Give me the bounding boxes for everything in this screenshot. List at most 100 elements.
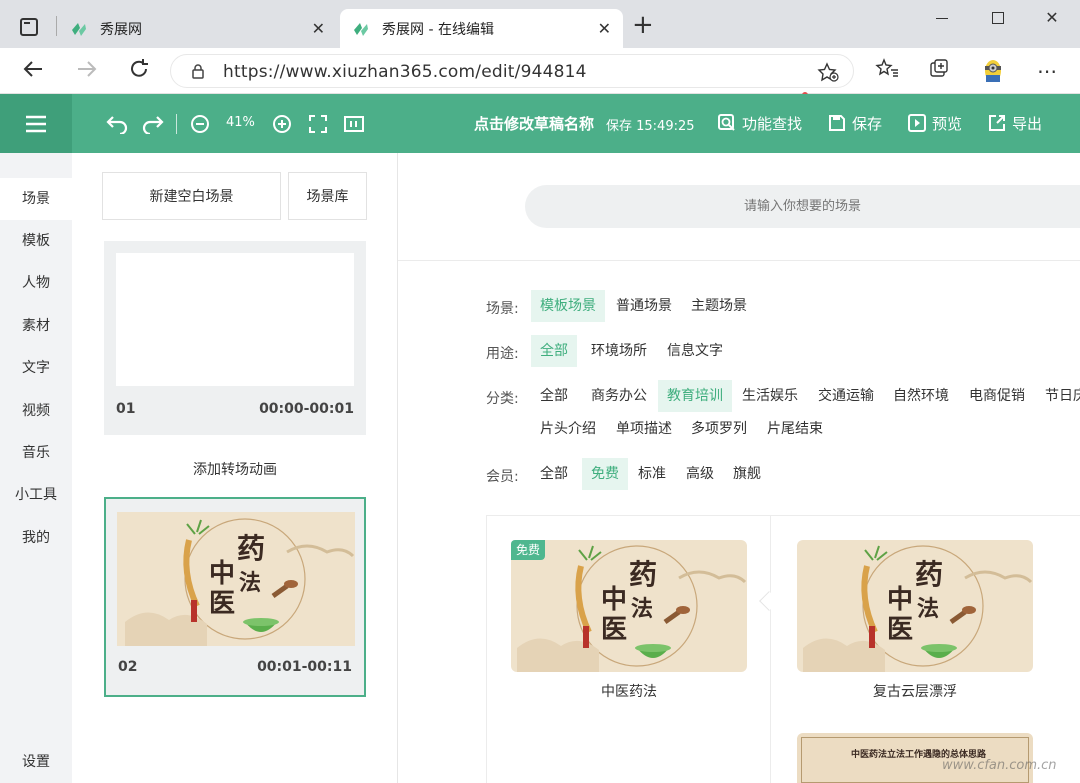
sidebar-item-materials[interactable]: 素材 (0, 305, 72, 347)
redo-icon (142, 116, 164, 134)
filter-chip-ecommerce[interactable]: 电商促销 (960, 380, 1034, 412)
sidebar-item-tools[interactable]: 小工具 (0, 474, 72, 516)
scene-search-area (398, 153, 1080, 261)
scene-library-button[interactable]: 场景库 (288, 172, 367, 220)
export-button[interactable]: 导出 (988, 111, 1042, 135)
scene-list-panel: 新建空白场景 场景库 01 00:00-00:01 添加转场动画 药 法 中 医 (72, 153, 398, 783)
favorites-icon[interactable] (874, 58, 900, 84)
filter-chip-nature[interactable]: 自然环境 (884, 380, 958, 412)
result-card-tcm[interactable]: 药 法 中 医 (511, 540, 747, 672)
filter-chip-single-item[interactable]: 单项描述 (607, 413, 681, 445)
more-options-icon[interactable]: ⋯ (1034, 58, 1060, 84)
actual-size-icon (344, 116, 364, 132)
filter-chip-intro[interactable]: 片头介绍 (531, 413, 605, 445)
filter-chip-advanced[interactable]: 高级 (677, 458, 723, 490)
left-sidebar: 场景 模板 人物 素材 文字 视频 音乐 小工具 我的 设置 (0, 153, 72, 783)
thumb-char-fa: 法 (917, 596, 939, 622)
lock-icon (192, 64, 204, 79)
thumb-char-yi: 医 (887, 615, 913, 645)
sidebar-item-video[interactable]: 视频 (0, 390, 72, 432)
divider (770, 515, 771, 783)
filter-chip-template-scene[interactable]: 模板场景 (531, 290, 605, 322)
sidebar-item-characters[interactable]: 人物 (0, 262, 72, 304)
filter-chip-holiday[interactable]: 节日庆 (1036, 380, 1080, 412)
scene-search-input[interactable] (525, 185, 1080, 228)
scene-card-01[interactable]: 01 00:00-00:01 (104, 241, 366, 435)
zoom-out-button[interactable] (190, 112, 210, 136)
tab-actions-icon[interactable] (20, 18, 38, 36)
thumb-char-yao: 药 (237, 532, 265, 565)
zoom-level: 41% (226, 115, 255, 130)
redo-button[interactable] (142, 112, 164, 136)
filter-chip-use-all[interactable]: 全部 (531, 335, 577, 367)
find-feature-button[interactable]: 功能查找 (718, 111, 802, 135)
sidebar-item-scenes[interactable]: 场景 (0, 178, 72, 220)
preview-button[interactable]: 预览 (908, 111, 962, 135)
profile-avatar[interactable] (980, 58, 1006, 84)
filter-chip-free[interactable]: 免费 (582, 458, 628, 490)
actual-size-button[interactable] (344, 112, 364, 136)
result-title: 复古云层漂浮 (873, 684, 957, 700)
new-blank-scene-button[interactable]: 新建空白场景 (102, 172, 281, 220)
browser-tab-bar: 秀展网 ✕ 秀展网 - 在线编辑 ✕ + ✕ (0, 0, 1080, 48)
zoom-out-icon (191, 115, 209, 133)
result-card-retro-clouds[interactable]: 药 法 中 医 (797, 540, 1033, 672)
save-button[interactable]: 保存 (828, 111, 882, 135)
scene-thumbnail-blank (116, 253, 354, 386)
filter-chip-business[interactable]: 商务办公 (582, 380, 656, 412)
refresh-icon[interactable] (126, 58, 152, 84)
sidebar-item-text[interactable]: 文字 (0, 347, 72, 389)
menu-button[interactable] (0, 94, 72, 153)
sidebar-item-music[interactable]: 音乐 (0, 432, 72, 474)
thumb-char-yao: 药 (629, 558, 657, 591)
back-icon[interactable] (20, 58, 46, 84)
xiuzhan-favicon-icon (354, 22, 368, 36)
filter-chip-info-text[interactable]: 信息文字 (658, 335, 732, 367)
filter-chip-member-all[interactable]: 全部 (531, 458, 577, 490)
minimize-icon[interactable] (930, 8, 954, 30)
tab-online-editor[interactable]: 秀展网 - 在线编辑 ✕ (340, 9, 623, 48)
preview-label: 预览 (932, 114, 963, 133)
maximize-icon[interactable] (986, 8, 1010, 30)
filter-chip-transport[interactable]: 交通运输 (809, 380, 883, 412)
filter-chip-category-all[interactable]: 全部 (531, 380, 577, 412)
url-field[interactable]: https://www.xiuzhan365.com/edit/944814 (170, 54, 854, 88)
scene-thumbnail-tcm: 药 法 中 医 (117, 512, 355, 646)
filter-chip-normal-scene[interactable]: 普通场景 (607, 290, 681, 322)
favorite-add-icon[interactable] (817, 62, 839, 82)
filter-member-label: 会员: (486, 469, 519, 485)
draft-title[interactable]: 点击修改草稿名称 (474, 113, 594, 134)
scene-card-02[interactable]: 药 法 中 医 02 00:01-00:11 (104, 497, 366, 697)
preview-icon (908, 114, 926, 132)
filter-chip-ending[interactable]: 片尾结束 (758, 413, 832, 445)
add-transition-button[interactable]: 添加转场动画 (104, 459, 366, 479)
fit-screen-button[interactable] (308, 112, 328, 136)
filter-chip-education[interactable]: 教育培训 (658, 380, 732, 412)
close-tab-icon[interactable]: ✕ (312, 19, 325, 38)
result-title: 中医药法 (601, 684, 657, 700)
filter-chip-theme-scene[interactable]: 主题场景 (682, 290, 756, 322)
thumb-char-zhong: 中 (887, 585, 913, 615)
tab-title: 秀展网 - 在线编辑 (382, 21, 494, 38)
collections-icon[interactable] (926, 58, 952, 84)
undo-button[interactable] (106, 112, 128, 136)
thumb-char-fa: 法 (631, 596, 653, 622)
new-tab-button[interactable]: + (632, 10, 654, 40)
filter-chip-environment[interactable]: 环境场所 (582, 335, 656, 367)
forward-icon[interactable] (74, 58, 100, 84)
filter-chip-multi-item[interactable]: 多项罗列 (682, 413, 756, 445)
tab-xiuzhan[interactable]: 秀展网 ✕ (62, 9, 337, 48)
sidebar-item-settings[interactable]: 设置 (0, 741, 72, 783)
zoom-in-button[interactable] (272, 112, 292, 136)
filter-chip-standard[interactable]: 标准 (629, 458, 675, 490)
scene-number: 02 (118, 659, 138, 675)
close-window-icon[interactable]: ✕ (1040, 8, 1064, 30)
save-status: 保存 15:49:25 (606, 119, 695, 134)
sidebar-item-templates[interactable]: 模板 (0, 220, 72, 262)
close-tab-icon[interactable]: ✕ (598, 19, 611, 38)
filter-chip-lifestyle[interactable]: 生活娱乐 (733, 380, 807, 412)
sidebar-item-mine[interactable]: 我的 (0, 517, 72, 559)
save-label: 保存 (852, 114, 883, 133)
filter-chip-flagship[interactable]: 旗舰 (724, 458, 770, 490)
scene-time-range: 00:01-00:11 (257, 659, 352, 675)
